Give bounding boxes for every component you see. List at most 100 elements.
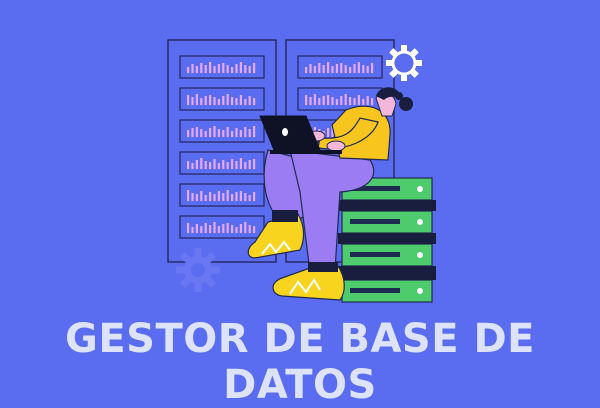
activity-bar [366, 66, 369, 73]
activity-bar [191, 193, 194, 201]
activity-bar [191, 163, 194, 169]
activity-bar [204, 96, 207, 105]
activity-bar [191, 97, 194, 105]
activity-bar [331, 97, 334, 105]
activity-bar [213, 194, 216, 201]
activity-bar [344, 65, 347, 73]
activity-bar [222, 160, 225, 169]
activity-bar [313, 66, 316, 73]
activity-bar [340, 63, 343, 73]
activity-bar [371, 63, 374, 73]
activity-bar [253, 159, 256, 169]
activity-bar [235, 128, 238, 137]
activity-bar [222, 96, 225, 105]
activity-bar [344, 94, 347, 105]
activity-bar [209, 225, 212, 233]
activity-bar [231, 67, 234, 73]
activity-bar [239, 130, 242, 137]
activity-bar [195, 66, 198, 73]
activity-bar [226, 162, 229, 169]
activity-bar [222, 130, 225, 137]
activity-bar [217, 64, 220, 73]
activity-bar [191, 64, 194, 73]
page-title: GESTOR DE BASE DE DATOS [65, 316, 535, 408]
activity-bar [248, 96, 251, 105]
activity-bar [309, 97, 312, 105]
activity-bar [235, 227, 238, 233]
activity-bar [239, 158, 242, 169]
activity-bar [335, 64, 338, 73]
activity-bar [187, 130, 190, 137]
activity-bar [200, 98, 203, 105]
activity-bar [235, 98, 238, 105]
activity-bar [239, 191, 242, 201]
activity-bar [244, 127, 247, 137]
activity-bar [191, 227, 194, 233]
activity-bar [327, 95, 330, 105]
activity-bar [195, 224, 198, 233]
activity-bar [362, 65, 365, 73]
activity-bar [313, 94, 316, 105]
activity-bar [248, 160, 251, 169]
activity-bar [209, 95, 212, 105]
activity-bar [318, 98, 321, 105]
activity-bar [309, 64, 312, 73]
activity-bar [349, 97, 352, 105]
activity-bar [213, 159, 216, 169]
activity-bar [244, 222, 247, 233]
activity-bar [226, 190, 229, 201]
activity-bar [253, 226, 256, 233]
activity-bar [231, 131, 234, 137]
activity-bar [253, 98, 256, 105]
activity-bar [231, 225, 234, 233]
activity-bar [318, 63, 321, 73]
activity-bar [340, 96, 343, 105]
activity-bar [204, 131, 207, 137]
activity-bar [226, 127, 229, 137]
activity-bar [349, 67, 352, 73]
activity-bar [195, 94, 198, 105]
activity-bar [217, 163, 220, 169]
activity-bar [213, 126, 216, 137]
activity-bar [200, 129, 203, 137]
activity-bar [209, 62, 212, 73]
activity-bar [371, 98, 374, 105]
bottom-gear-icon [176, 248, 220, 292]
activity-bar [222, 224, 225, 233]
activity-bar [366, 96, 369, 105]
activity-bar [217, 191, 220, 201]
activity-bar [213, 97, 216, 105]
top-gear-icon [386, 45, 422, 81]
activity-bar [231, 194, 234, 201]
activity-bar [226, 94, 229, 105]
activity-bar [235, 161, 238, 169]
activity-bar [200, 191, 203, 201]
activity-bar [239, 224, 242, 233]
activity-bar [217, 226, 220, 233]
left-server-rack [167, 39, 277, 263]
activity-bar [248, 129, 251, 137]
activity-bar [187, 95, 190, 105]
activity-bar [200, 158, 203, 169]
activity-bar [248, 225, 251, 233]
activity-bar [213, 222, 216, 233]
activity-bar [187, 223, 190, 233]
activity-bar [209, 192, 212, 201]
activity-bar [222, 63, 225, 73]
activity-bar [204, 65, 207, 73]
activity-bar [187, 67, 190, 73]
activity-bar [248, 66, 251, 73]
activity-bar [253, 63, 256, 73]
activity-bar [305, 67, 308, 73]
activity-bar [222, 193, 225, 201]
activity-bar [239, 62, 242, 73]
activity-bar [353, 64, 356, 73]
activity-bar [331, 66, 334, 73]
activity-bar [200, 63, 203, 73]
activity-bar [327, 128, 330, 137]
hero-banner: GESTOR DE BASE DE DATOS [0, 0, 600, 408]
activity-bar [187, 190, 190, 201]
activity-bar [244, 162, 247, 169]
activity-bar [217, 129, 220, 137]
activity-bar [217, 99, 220, 105]
